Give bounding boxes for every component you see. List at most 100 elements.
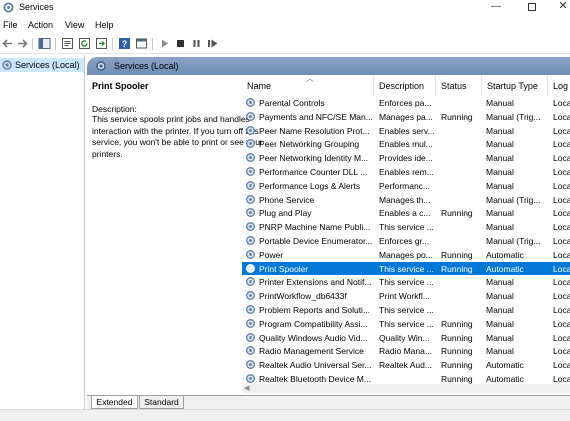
table-row[interactable]: PNRP Machine Name Publi... This service .… xyxy=(242,220,570,234)
restart-icon[interactable] xyxy=(206,37,219,50)
cell-startup-type: Manual xyxy=(486,291,514,302)
minimize-button[interactable]: — xyxy=(481,0,511,14)
cell-description: Enables rem... xyxy=(379,167,434,177)
table-row[interactable]: Problem Reports and Soluti... This servic… xyxy=(242,303,570,317)
cell-description: This service ... xyxy=(379,263,434,274)
cell-log-on-as: Loca xyxy=(553,222,570,233)
description-text: This service spools print jobs and handl… xyxy=(92,114,263,159)
cell-description: Enables a c... xyxy=(379,208,431,219)
gear-icon xyxy=(96,61,106,71)
table-row[interactable]: Realtek Audio Universal Ser... Realtek Au… xyxy=(242,358,570,372)
tab-extended[interactable]: Extended xyxy=(91,396,138,409)
cell-description: Radio Mana... xyxy=(379,346,432,357)
cell-description: This service ... xyxy=(379,277,434,288)
cell-status: Running xyxy=(441,208,473,219)
status-bar xyxy=(0,409,570,421)
cell-description: Enables serv... xyxy=(379,125,435,136)
gear-icon xyxy=(246,125,255,135)
cell-description: Enforces pa... xyxy=(379,98,432,108)
toolbar-separator xyxy=(55,38,56,50)
column-header-startup-type[interactable]: Startup Type xyxy=(482,75,548,96)
cell-startup-type: Manual xyxy=(486,167,514,177)
column-header-description[interactable]: Description xyxy=(374,75,436,96)
console-tree-icon[interactable] xyxy=(38,37,51,50)
play-icon[interactable] xyxy=(158,37,171,50)
table-row[interactable]: Performance Counter DLL ... Enables rem..… xyxy=(242,165,570,179)
table-row[interactable]: Printer Extensions and Notif... This serv… xyxy=(242,275,570,289)
cell-name: Parental Controls xyxy=(259,98,325,108)
gear-icon xyxy=(246,360,255,370)
cell-description: Manages th... xyxy=(379,194,431,205)
svg-text:?: ? xyxy=(122,39,128,49)
table-row[interactable]: Parental Controls Enforces pa... Manual Loc… xyxy=(242,96,570,110)
close-button[interactable]: ✕ xyxy=(548,0,570,14)
stop-icon[interactable] xyxy=(174,37,187,50)
cell-startup-type: Manual xyxy=(486,153,514,164)
table-row[interactable]: Peer Name Resolution Prot... Enables serv… xyxy=(242,124,570,138)
cell-startup-type: Manual (Trig... xyxy=(486,111,541,122)
gear-icon xyxy=(246,153,255,163)
properties-icon[interactable] xyxy=(61,37,74,50)
export-icon[interactable] xyxy=(95,37,108,50)
gear-icon xyxy=(246,139,255,149)
table-row[interactable]: Plug and Play Enables a c... Running Manual… xyxy=(242,206,570,220)
table-row[interactable]: Peer Networking Identity M... Provides id… xyxy=(242,151,570,165)
column-header-name[interactable]: ︿ Name xyxy=(242,75,374,96)
gear-icon xyxy=(246,222,255,232)
table-row[interactable]: Payments and NFC/SE Man... Manages pa... R… xyxy=(242,110,570,124)
cell-status: Running xyxy=(441,111,473,122)
table-row[interactable]: Peer Networking Grouping Enables mul... Ma… xyxy=(242,137,570,151)
maximize-button[interactable] xyxy=(517,0,547,14)
menu-view[interactable]: View xyxy=(65,20,84,30)
panel-header: Services (Local) xyxy=(87,57,570,75)
gear-icon xyxy=(246,194,255,204)
back-arrow-icon[interactable] xyxy=(1,37,14,50)
table-row[interactable]: Radio Management Service Radio Mana... Run… xyxy=(242,344,570,358)
description-pane: Print Spooler Description: This service … xyxy=(87,75,263,393)
cell-startup-type: Manual xyxy=(486,305,514,315)
table-row[interactable]: Portable Device Enumerator... Enforces gr… xyxy=(242,234,570,248)
refresh-icon[interactable] xyxy=(78,37,91,50)
cell-name: Phone Service xyxy=(259,194,315,205)
table-row[interactable]: PrintWorkflow_db6433f Print Workfl... Manu… xyxy=(242,289,570,303)
column-header-status[interactable]: Status xyxy=(436,75,482,96)
table-row[interactable]: Power Manages po... Running Automatic Loca xyxy=(242,248,570,262)
cell-log-on-as: Loca xyxy=(553,374,570,384)
toolbar-separator xyxy=(152,38,153,50)
scroll-left-arrow-icon[interactable]: ◀ xyxy=(244,384,249,392)
cell-startup-type: Manual (Trig... xyxy=(486,236,541,246)
cell-name: Plug and Play xyxy=(259,208,312,219)
table-row[interactable]: Program Compatibility Assi... This servic… xyxy=(242,317,570,331)
help-icon[interactable]: ? xyxy=(118,37,131,50)
pause-icon[interactable] xyxy=(190,37,203,50)
menu-bar: File Action View Help xyxy=(0,17,570,33)
tab-standard[interactable]: Standard xyxy=(139,396,184,409)
menu-file[interactable]: File xyxy=(3,20,18,30)
gear-icon xyxy=(246,236,255,245)
menu-action[interactable]: Action xyxy=(28,20,53,30)
cell-startup-type: Manual xyxy=(486,332,514,343)
column-header-log[interactable]: Log xyxy=(548,75,570,96)
console-icon[interactable] xyxy=(135,37,148,50)
cell-description: This service ... xyxy=(379,318,434,329)
cell-startup-type: Automatic xyxy=(486,263,524,274)
menu-help[interactable]: Help xyxy=(95,20,114,30)
cell-status: Running xyxy=(441,360,473,371)
table-row[interactable]: Performance Logs & Alerts Performanc... Ma… xyxy=(242,179,570,193)
table-row[interactable]: Quality Windows Audio Vid... Quality Win.… xyxy=(242,331,570,345)
table-row[interactable]: Phone Service Manages th... Manual (Trig..… xyxy=(242,193,570,207)
cell-status: Running xyxy=(441,263,473,274)
tree-item-services-local[interactable]: Services (Local) xyxy=(0,58,84,72)
gear-icon xyxy=(246,263,255,273)
cell-startup-type: Manual xyxy=(486,125,514,136)
horizontal-scrollbar[interactable]: ◀ xyxy=(242,384,570,393)
cell-description: Enables mul... xyxy=(379,139,433,150)
cell-startup-type: Manual (Trig... xyxy=(486,194,541,205)
forward-arrow-icon[interactable] xyxy=(16,37,29,50)
cell-description: Provides ide... xyxy=(379,153,433,164)
table-row[interactable]: Print Spooler This service ... Running Auto… xyxy=(242,261,570,276)
cell-name: Payments and NFC/SE Man... xyxy=(259,111,373,122)
cell-name: Printer Extensions and Notif... xyxy=(259,277,372,288)
selected-service-title: Print Spooler xyxy=(92,81,149,91)
view-tabs: Extended Standard xyxy=(87,395,570,409)
